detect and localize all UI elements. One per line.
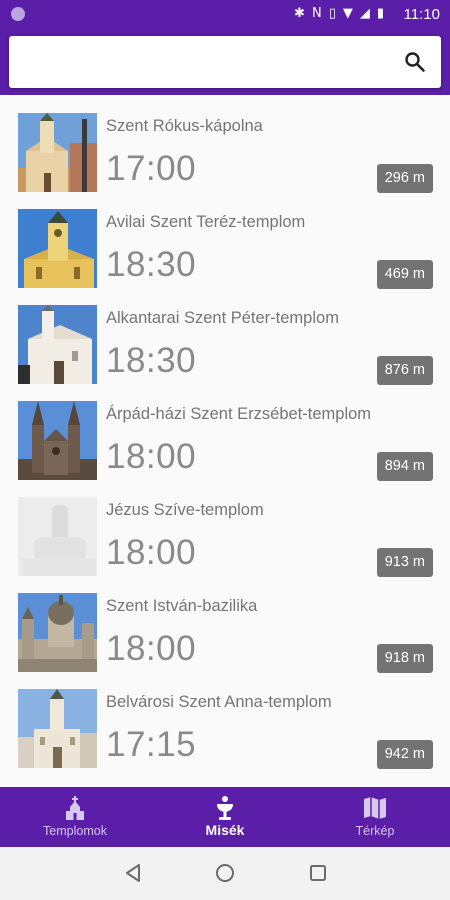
distance-badge: 913 m (376, 548, 433, 577)
church-icon (66, 796, 84, 820)
church-photo (18, 593, 97, 672)
church-name: Jézus Szíve-templom (106, 501, 264, 519)
signal-icon: ◢ (359, 6, 370, 21)
battery-icon: ▮ (376, 6, 384, 21)
distance-badge: 942 m (376, 740, 433, 769)
nav-misek[interactable]: Misék (150, 787, 300, 847)
list-item[interactable]: Jézus Szíve-templom 18:00 913 m (0, 479, 450, 577)
wifi-icon: ▼ (342, 6, 353, 21)
distance-badge: 296 m (376, 164, 433, 193)
church-name: Belvárosi Szent Anna-templom (106, 693, 332, 711)
search-icon[interactable] (403, 50, 427, 74)
nav-templomok[interactable]: Templomok (0, 787, 150, 847)
nfc-icon: N (311, 6, 322, 21)
back-icon[interactable] (121, 861, 145, 885)
list-item[interactable]: Avilai Szent Teréz-templom 18:30 469 m (0, 191, 450, 289)
search-input[interactable] (19, 46, 389, 78)
mass-time: 18:00 (106, 533, 197, 572)
list-item[interactable]: Szent István-bazilika 18:00 918 m (0, 575, 450, 673)
church-photo (18, 113, 97, 192)
status-time: 11:10 (403, 6, 440, 23)
church-photo (18, 305, 97, 384)
distance-badge: 894 m (376, 452, 433, 481)
map-icon (364, 797, 386, 819)
nav-label: Misék (205, 822, 245, 838)
notification-dot-icon (11, 7, 25, 21)
list-item[interactable]: Belvárosi Szent Anna-templom 17:15 942 m (0, 671, 450, 769)
mass-time: 18:30 (106, 341, 197, 380)
mass-list[interactable]: Szent Rókus-kápolna 17:00 296 m Avilai S… (0, 95, 450, 787)
church-name: Szent Rókus-kápolna (106, 117, 263, 135)
status-bar: ✱ N ▯ ▼ ◢ ▮ 11:10 (0, 0, 450, 28)
mass-time: 17:00 (106, 149, 197, 188)
chalice-icon (217, 796, 233, 820)
bottom-navigation: Templomok Misék Térkép (0, 787, 450, 847)
church-photo (18, 689, 97, 768)
list-item[interactable]: Alkantarai Szent Péter-templom 18:30 876… (0, 287, 450, 385)
search-box[interactable] (9, 36, 441, 88)
church-photo (18, 401, 97, 480)
church-photo (18, 497, 97, 576)
distance-badge: 918 m (376, 644, 433, 673)
mass-time: 18:30 (106, 245, 197, 284)
vibrate-icon: ▯ (328, 6, 336, 21)
list-item[interactable]: Árpád-házi Szent Erzsébet-templom 18:00 … (0, 383, 450, 481)
mass-time: 17:15 (106, 725, 197, 764)
status-icons: ✱ N ▯ ▼ ◢ ▮ (294, 5, 384, 23)
search-header (0, 28, 450, 95)
nav-terkep[interactable]: Térkép (300, 787, 450, 847)
distance-badge: 469 m (376, 260, 433, 289)
system-navigation-bar (0, 847, 450, 900)
recents-icon[interactable] (306, 861, 330, 885)
church-photo (18, 209, 97, 288)
church-name: Avilai Szent Teréz-templom (106, 213, 306, 231)
nav-label: Templomok (43, 824, 107, 838)
list-item[interactable]: Szent Rókus-kápolna 17:00 296 m (0, 95, 450, 193)
distance-badge: 876 m (376, 356, 433, 385)
church-name: Árpád-házi Szent Erzsébet-templom (106, 405, 372, 423)
mass-time: 18:00 (106, 437, 197, 476)
mass-time: 18:00 (106, 629, 197, 668)
home-icon[interactable] (213, 861, 237, 885)
nav-label: Térkép (355, 824, 395, 838)
church-name: Szent István-bazilika (106, 597, 258, 615)
church-name: Alkantarai Szent Péter-templom (106, 309, 339, 327)
bluetooth-icon: ✱ (294, 6, 305, 21)
